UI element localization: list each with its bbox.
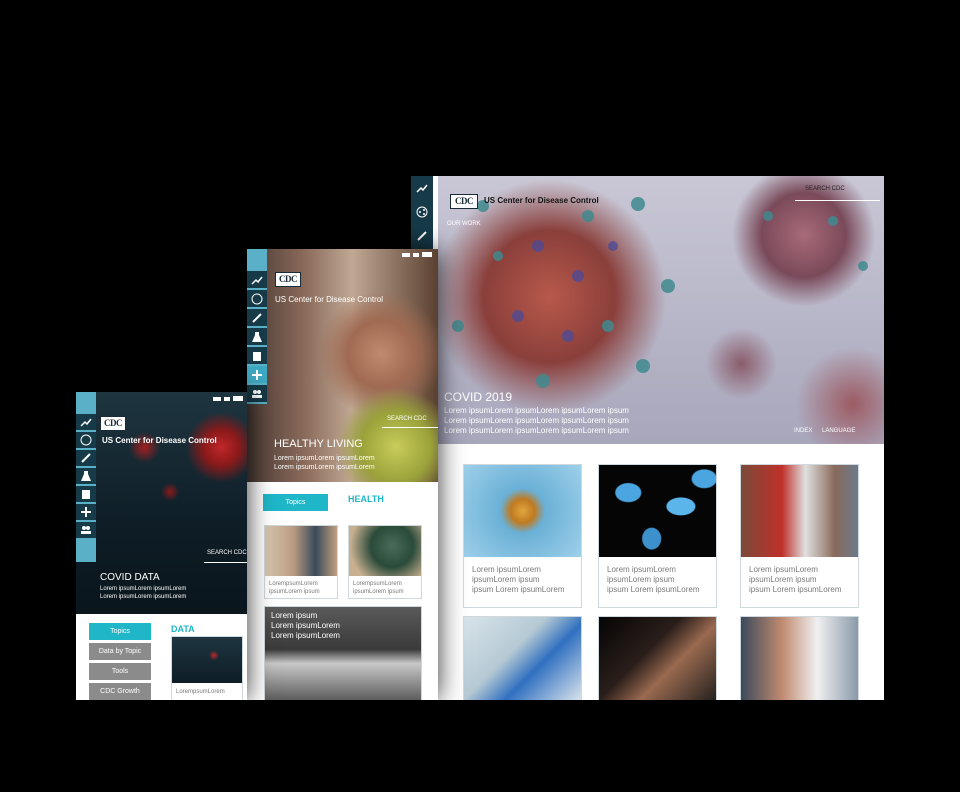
desktop-sidebar: [411, 176, 433, 256]
desktop-hero-title: COVID 2019: [444, 390, 513, 404]
phone-menu-tools[interactable]: Tools: [89, 663, 151, 680]
syringe-icon[interactable]: [411, 224, 433, 248]
tablet-hero-title: HEALTHY LIVING: [274, 438, 363, 450]
desktop-org-name: US Center for Disease Control: [484, 196, 599, 205]
lab-test-photo: [464, 617, 581, 700]
tablet-cdc-logo[interactable]: CDC: [275, 272, 301, 287]
desktop-footer-language[interactable]: LANGUAGE: [822, 428, 855, 434]
chart-icon[interactable]: [247, 271, 267, 288]
syringe-icon[interactable]: [76, 450, 96, 466]
desktop-card[interactable]: [740, 616, 859, 700]
desktop-card[interactable]: Lorem ipsumLorem ipsumLorem ipsum ipsum L…: [740, 464, 859, 608]
vegetables-photo: [349, 526, 421, 576]
clipboard-icon[interactable]: [247, 347, 267, 364]
share-icon[interactable]: [247, 290, 267, 307]
clipboard-icon[interactable]: [76, 486, 96, 502]
tablet-hero-text: Lorem ipsumLorem ipsumLorem Lorem ipsumLo…: [274, 455, 375, 471]
tablet-search-label[interactable]: SEARCH CDC: [387, 416, 427, 422]
desktop-search-underline: [795, 200, 880, 201]
wide-card-text: Lorem ipsum Lorem ipsumLorem Lorem ipsumLo…: [271, 611, 340, 640]
data-map-photo: [172, 637, 242, 683]
desktop-footer-index[interactable]: INDEX: [794, 428, 812, 434]
phone-menu-topics[interactable]: Topics: [89, 623, 151, 640]
card-caption: LorempsumLorem: [176, 689, 225, 695]
desktop-nav-our-work[interactable]: OUR WORK: [447, 221, 481, 227]
people-icon[interactable]: [247, 385, 267, 402]
phone-menu-data-by-topic[interactable]: Data by Topic: [89, 643, 151, 660]
chart-icon[interactable]: [411, 176, 433, 200]
desktop-screen: CDC US Center for Disease Control OUR WO…: [411, 176, 884, 700]
desktop-card[interactable]: [463, 616, 582, 700]
desktop-search-label[interactable]: SEARCH CDC: [805, 186, 845, 192]
elderly-people-photo: [265, 526, 337, 576]
phone-hero-title: COVID DATA: [100, 572, 160, 583]
phone-status-bar: [213, 396, 243, 401]
syringe-icon[interactable]: [247, 309, 267, 326]
phone-sidebar: [76, 392, 96, 562]
card-caption: LorempsumLorem ipsumLorem ipsum: [353, 581, 404, 595]
card-caption: LorempsumLorem ipsumLorem ipsum: [269, 581, 320, 595]
phone-org-name: US Center for Disease Control: [102, 436, 217, 445]
card-caption: Lorem ipsumLorem ipsumLorem ipsum ipsum L…: [749, 565, 842, 594]
chart-icon[interactable]: [76, 414, 96, 430]
tablet-section-label: HEALTH: [348, 494, 384, 504]
phone-card[interactable]: LorempsumLorem: [171, 636, 243, 700]
desktop-card[interactable]: [598, 616, 717, 700]
tablet-card[interactable]: LorempsumLorem ipsumLorem ipsum: [264, 525, 338, 599]
flask-icon[interactable]: [247, 328, 267, 345]
tablet-topics-button[interactable]: Topics: [263, 494, 328, 511]
tablet-wide-card[interactable]: Lorem ipsum Lorem ipsumLorem Lorem ipsumLo…: [264, 606, 422, 700]
desktop-card[interactable]: Lorem ipsumLorem ipsumLorem ipsum ipsum L…: [463, 464, 582, 608]
card-caption: Lorem ipsumLorem ipsumLorem ipsum ipsum L…: [607, 565, 700, 594]
plus-icon[interactable]: [76, 504, 96, 520]
desktop-hero-text: Lorem ipsumLorem ipsumLorem ipsumLorem i…: [444, 406, 629, 435]
hand-sanitizer-photo: [599, 617, 716, 700]
desktop-cdc-logo[interactable]: CDC: [450, 194, 478, 209]
tablet-sidebar: [247, 249, 267, 404]
tablet-status-bar: [402, 252, 432, 257]
bacteria-photo: [599, 465, 716, 557]
share-icon[interactable]: [76, 432, 96, 448]
masked-people-photo: [741, 465, 858, 557]
phone-section-label: DATA: [171, 624, 195, 634]
share-icon[interactable]: [411, 200, 433, 224]
tablet-card[interactable]: LorempsumLorem ipsumLorem ipsum: [348, 525, 422, 599]
card-caption: Lorem ipsumLorem ipsumLorem ipsum ipsum L…: [472, 565, 565, 594]
people-icon[interactable]: [76, 522, 96, 538]
phone-search-underline: [204, 562, 247, 563]
tablet-search-underline: [382, 427, 438, 428]
flask-icon[interactable]: [76, 468, 96, 484]
desktop-card[interactable]: Lorem ipsumLorem ipsumLorem ipsum ipsum L…: [598, 464, 717, 608]
vaccination-photo: [741, 617, 858, 700]
phone-search-label[interactable]: SEARCH CDC: [207, 550, 247, 556]
plus-icon[interactable]: [247, 366, 267, 383]
tablet-org-name: US Center for Disease Control: [275, 295, 384, 304]
coronavirus-photo: [464, 465, 581, 557]
phone-cdc-logo[interactable]: CDC: [100, 416, 126, 431]
tablet-screen: CDC US Center for Disease Control SEARCH…: [247, 249, 438, 700]
phone-hero-text: Lorem ipsumLorem ipsumLorem Lorem ipsumLo…: [100, 586, 187, 600]
phone-menu-cdc-growth[interactable]: CDC Growth: [89, 683, 151, 700]
phone-screen: CDC US Center for Disease Control SEARCH…: [76, 392, 247, 700]
